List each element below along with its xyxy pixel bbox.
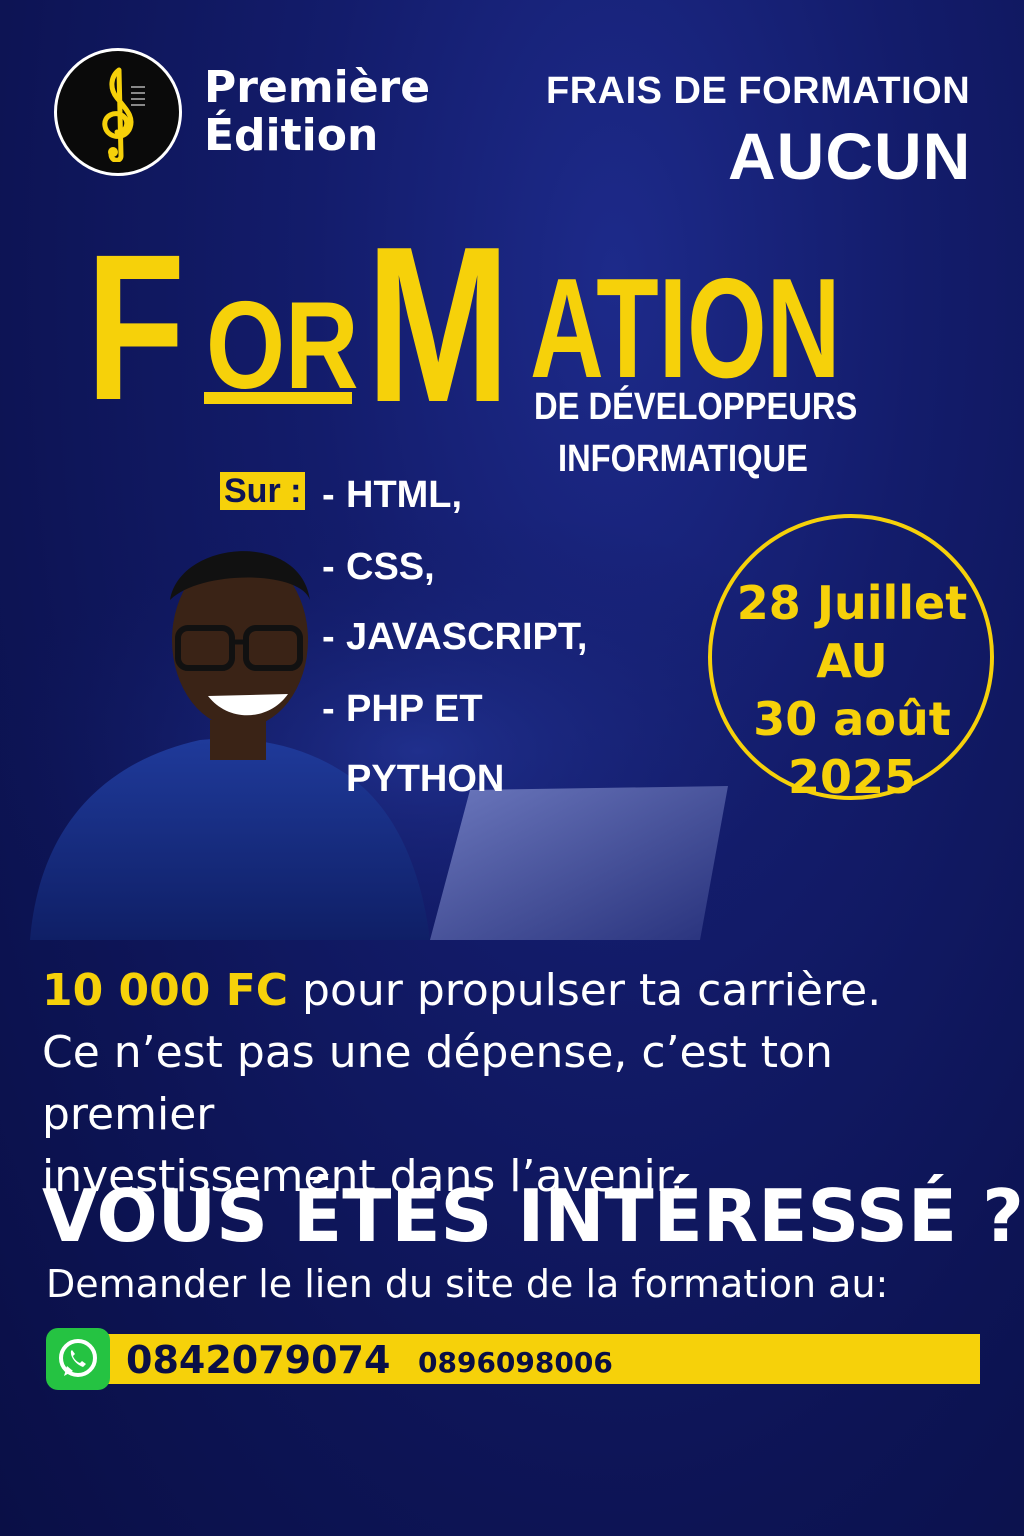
- cta-headline: VOUS ÉTES INTÉRESSÉ ?: [42, 1174, 1024, 1258]
- treble-clef-icon: [102, 67, 145, 162]
- date-separator: AU: [816, 634, 888, 688]
- whatsapp-icon[interactable]: [46, 1328, 110, 1390]
- edition-label: Première Édition: [204, 64, 430, 160]
- courses-label: Sur :: [220, 472, 306, 510]
- course-item: - CSS,: [322, 546, 435, 588]
- date-end: 30 août: [753, 692, 951, 746]
- pitch-text: 10 000 FC pour propulser ta carrière. Ce…: [42, 960, 1002, 1208]
- date-year: 2025: [787, 750, 917, 804]
- pitch-line1: 10 000 FC pour propulser ta carrière.: [42, 965, 882, 1016]
- title-letters-or: OR: [206, 277, 359, 415]
- page-title: F OR M ATION: [86, 214, 846, 436]
- title-underline: [204, 392, 352, 404]
- price: 10 000 FC: [42, 965, 289, 1016]
- course-item: - HTML,: [322, 474, 463, 516]
- edition-line2: Édition: [204, 110, 379, 161]
- subtitle-line2: INFORMATIQUE: [558, 438, 808, 480]
- date-start: 28 Juillet: [736, 576, 968, 630]
- course-item: - JAVASCRIPT,: [322, 616, 588, 658]
- logo: [54, 48, 182, 176]
- whatsapp-glyph-icon: [59, 1339, 97, 1377]
- edition-line1: Première: [204, 62, 431, 113]
- phone-primary[interactable]: 0842079074: [126, 1338, 390, 1382]
- title-letters-ation: ATION: [530, 249, 841, 408]
- title-letter-m: M: [366, 201, 511, 449]
- phone-secondary[interactable]: 0896098006: [418, 1346, 613, 1379]
- pitch-line2: Ce n’est pas une dépense, c’est ton prem…: [42, 1027, 833, 1140]
- course-item: - PHP ET: [322, 688, 483, 730]
- subtitle-line1: DE DÉVELOPPEURS: [534, 386, 858, 428]
- cta-subline: Demander le lien du site de la formation…: [46, 1262, 889, 1306]
- course-item: PYTHON: [346, 758, 505, 800]
- fees-value: AUCUN: [728, 119, 972, 193]
- fees-label: FRAIS DE FORMATION: [546, 70, 971, 112]
- title-letter-f: F: [86, 212, 186, 444]
